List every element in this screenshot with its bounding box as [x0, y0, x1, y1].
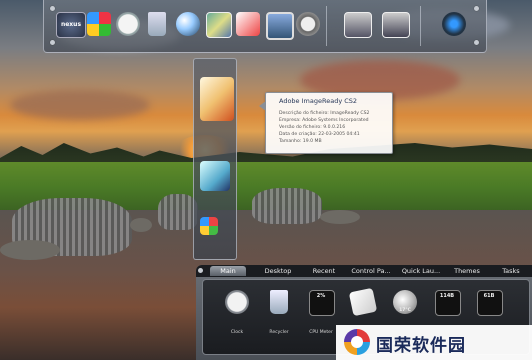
- tab-bar: Main Desktop Recent Control Pa... Quick …: [196, 265, 532, 277]
- tooltip-line: Descrição do ficheiro: ImageReady CS2: [279, 111, 370, 116]
- globe-icon[interactable]: [176, 12, 200, 36]
- tab-control-panel[interactable]: Control Pa...: [348, 266, 394, 276]
- recycle-bin-icon[interactable]: [148, 12, 166, 36]
- watermark: 国荣软件园: [336, 325, 532, 360]
- display-settings-icon[interactable]: [344, 12, 372, 38]
- nexus-logo[interactable]: nexus: [56, 12, 86, 38]
- clock-icon: [225, 290, 249, 314]
- tooltip-line: Empresa: Adobe Systems Incorporated: [279, 118, 369, 123]
- photoshop-icon[interactable]: [200, 161, 230, 191]
- windows-icon[interactable]: [87, 12, 111, 36]
- monitor-icon[interactable]: [266, 12, 294, 40]
- tab-main[interactable]: Main: [210, 266, 246, 276]
- tooltip-line: Data de criação: 22-03-2005 04:41: [279, 132, 360, 137]
- imageready-icon[interactable]: [200, 77, 234, 121]
- watermark-logo-icon: [344, 329, 370, 355]
- tooltip-line: Tamanho: 19.0 MB: [279, 139, 322, 144]
- top-dock: nexus: [43, 0, 487, 53]
- tab-themes[interactable]: Themes: [450, 266, 484, 276]
- tab-quick-launch[interactable]: Quick Lau...: [398, 266, 444, 276]
- clock-icon[interactable]: [116, 12, 140, 36]
- app-clock[interactable]: Clock: [219, 286, 255, 346]
- culvert-pipe: [158, 194, 198, 230]
- side-launcher-panel: [193, 58, 237, 260]
- tab-tasks[interactable]: Tasks: [494, 266, 528, 276]
- tab-desktop[interactable]: Desktop: [258, 266, 298, 276]
- image-viewer-icon[interactable]: [206, 12, 232, 38]
- tooltip-line: Versão do ficheiro: 9.0.0.216: [279, 125, 346, 130]
- app-cpu-meter[interactable]: 2% CPU Meter: [303, 286, 339, 346]
- settings-icon[interactable]: [296, 12, 320, 36]
- envelope-icon: [348, 287, 378, 317]
- widget-grid-icon[interactable]: [442, 12, 466, 36]
- culvert-pipe: [252, 188, 322, 224]
- recycle-bin-icon: [270, 290, 288, 314]
- file-info-tooltip: Adobe ImageReady CS2 Descrição do fichei…: [259, 92, 393, 154]
- tab-recent[interactable]: Recent: [306, 266, 342, 276]
- tooltip-title: Adobe ImageReady CS2: [279, 97, 358, 105]
- panel-handle-icon[interactable]: [198, 268, 203, 273]
- photo-app-icon[interactable]: [236, 12, 260, 36]
- app-recycler[interactable]: Recycler: [261, 286, 297, 346]
- desktop-icon[interactable]: [382, 12, 410, 38]
- watermark-text: 国荣软件园: [376, 336, 466, 356]
- small-app-icon[interactable]: [200, 217, 218, 235]
